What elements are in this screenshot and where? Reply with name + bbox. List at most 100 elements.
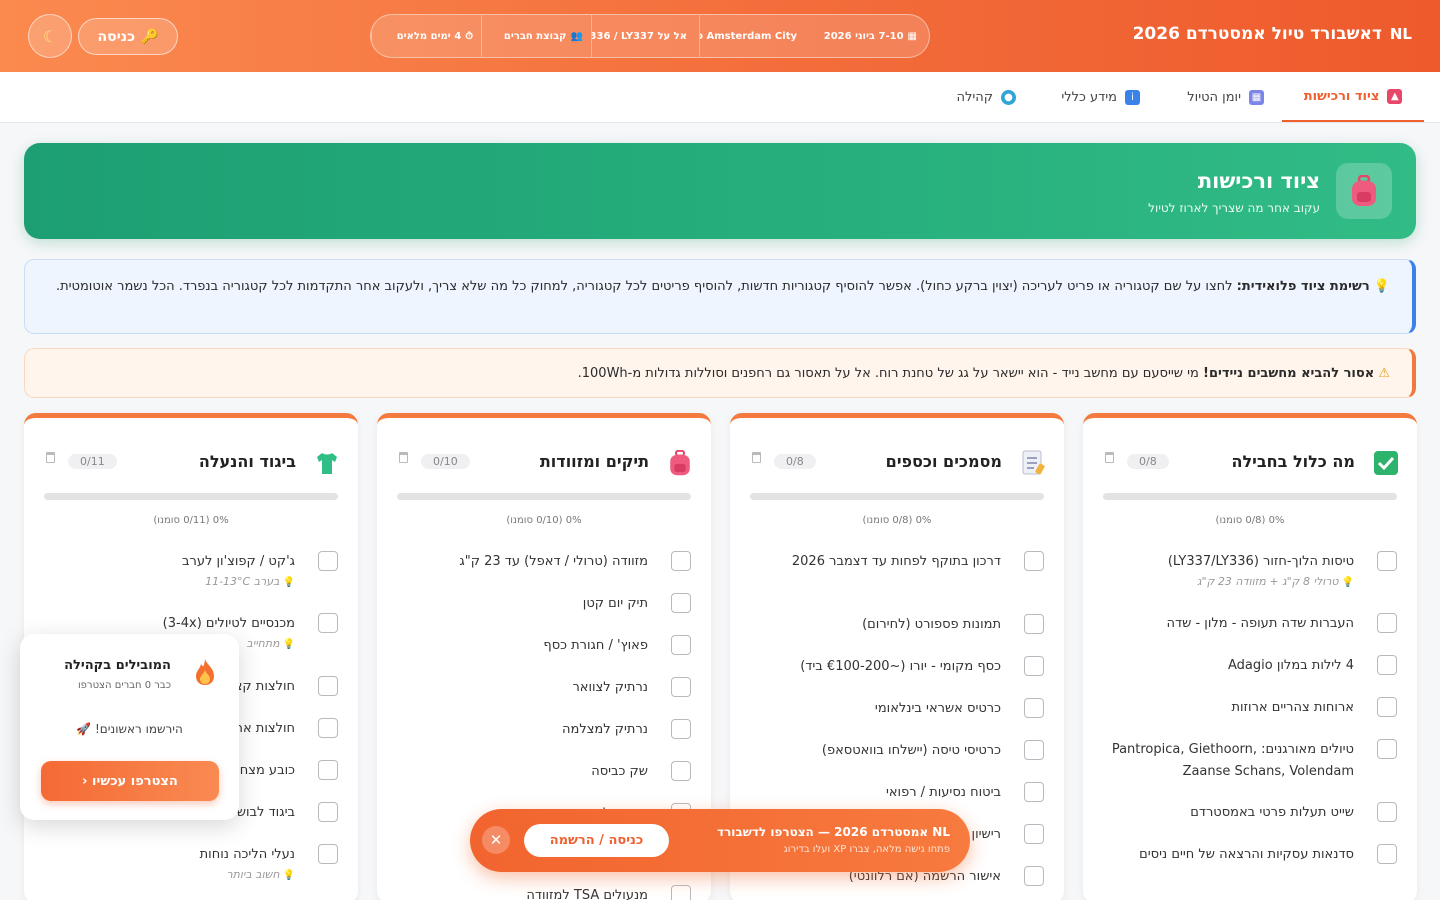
tab-community[interactable]: ● קהילה xyxy=(956,72,1016,122)
item-checkbox[interactable] xyxy=(671,761,691,781)
item-label[interactable]: תמונות פספורט (לחירום) xyxy=(744,614,1001,636)
item-checkbox[interactable] xyxy=(1024,782,1044,802)
item-checkbox[interactable] xyxy=(671,885,691,900)
item-text: דרכון בתוקף לפחות עד דצמבר 2026 xyxy=(791,554,1001,569)
item-label[interactable]: סדנאות עסקיות והרצאה של חיים ניסים xyxy=(1097,844,1354,866)
item-label[interactable]: מזוודה (טרולי / דאפל) עד 23 ק"ג xyxy=(391,551,648,573)
item-label[interactable]: שק כביסה xyxy=(391,761,648,783)
item-text: שק כביסה xyxy=(591,764,648,779)
app-title: דאשבורד טיול אמסטרדם 2026 xyxy=(1132,24,1382,44)
tab-label: מידע כללי xyxy=(1061,89,1117,105)
item-label[interactable]: טיולים מאורגנים: Pantropica, Giethoorn, … xyxy=(1097,739,1354,783)
calendar-icon: ▦ xyxy=(1249,89,1264,105)
item-note: טרולי 8 ק"ג + מזוודה 23 ק"ג xyxy=(1097,573,1354,592)
category-title[interactable]: תיקים ומזוודות xyxy=(540,452,649,471)
login-button[interactable]: 🔑 כניסה xyxy=(78,18,178,55)
app-brand[interactable]: NL דאשבורד טיול אמסטרדם 2026 xyxy=(1133,24,1412,44)
tab-trip-journal[interactable]: ▦ יומן הטיול xyxy=(1187,72,1264,122)
item-checkbox[interactable] xyxy=(1377,739,1397,759)
item-checkbox[interactable] xyxy=(318,551,338,571)
trip-segment-calendar: ▦ 7-10 ביוני 2026 xyxy=(809,15,925,57)
item-label[interactable]: כרטיס אשראי בינלאומי xyxy=(744,698,1001,720)
item-label[interactable]: העברות שדה תעופה - מלון - שדה xyxy=(1097,613,1354,635)
item-checkbox[interactable] xyxy=(1377,802,1397,822)
key-icon: 🔑 xyxy=(141,28,159,45)
list-item: טיולים מאורגנים: Pantropica, Giethoorn, … xyxy=(1083,739,1417,783)
item-label[interactable]: נרתיק לצוואר xyxy=(391,677,648,699)
list-item: ביטוח נסיעות / רפואי xyxy=(730,782,1064,804)
item-checkbox[interactable] xyxy=(1024,824,1044,844)
calendar-icon: ▦ xyxy=(907,30,917,42)
item-label[interactable]: ביטוח נסיעות / רפואי xyxy=(744,782,1001,804)
backpack-icon: ▲ xyxy=(1387,88,1403,104)
progress-text: 0% (0/8 סומנו) xyxy=(862,515,932,526)
item-checkbox[interactable] xyxy=(671,551,691,571)
item-checkbox[interactable] xyxy=(1024,551,1044,571)
tab-equipment[interactable]: ▲ ציוד ורכישות xyxy=(1282,72,1424,122)
trash-icon[interactable] xyxy=(46,452,55,463)
tab-general-info[interactable]: i מידע כללי xyxy=(1061,72,1140,122)
category-title[interactable]: ביגוד והנעלה xyxy=(199,452,296,471)
trash-icon[interactable] xyxy=(399,452,408,463)
trash-icon[interactable] xyxy=(1105,452,1114,463)
item-label[interactable]: כרטיסי טיסה (יישלחו בוואטסאפ) xyxy=(744,740,1001,762)
item-checkbox[interactable] xyxy=(318,844,338,864)
item-checkbox[interactable] xyxy=(1377,551,1397,571)
item-text: ג'קט / קפוצ'ון לערב xyxy=(182,554,295,569)
item-label[interactable]: ג'קט / קפוצ'ון לערב בערב 11-13°C xyxy=(38,551,295,592)
item-checkbox[interactable] xyxy=(318,676,338,696)
item-label[interactable]: תיק יום קטן xyxy=(391,593,648,615)
item-label[interactable]: מנעולים TSA למזוודה xyxy=(391,885,648,900)
timer-icon: ⏱ xyxy=(465,30,473,42)
join-now-button[interactable]: הצטרפו עכשיו ‹ xyxy=(41,761,219,801)
trash-icon[interactable] xyxy=(752,452,761,463)
category-title[interactable]: מסמכים וכספים xyxy=(886,452,1002,471)
item-checkbox[interactable] xyxy=(1024,698,1044,718)
item-text: 4 לילות במלון Adagio xyxy=(1228,658,1354,673)
item-label[interactable]: ארוחות צהריים ארוזות xyxy=(1097,697,1354,719)
item-label[interactable]: טיסות הלוך-חזור (LY337/LY336) טרולי 8 ק"ג… xyxy=(1097,551,1354,592)
item-checkbox[interactable] xyxy=(671,677,691,697)
document-icon xyxy=(1020,450,1046,476)
flag-badge: NL xyxy=(1389,25,1412,43)
leaderboard-empty-text: הירשמו ראשונים! 🚀 xyxy=(76,722,183,736)
theme-toggle-button[interactable]: ☾ xyxy=(28,14,72,58)
item-label[interactable]: דרכון בתוקף לפחות עד דצמבר 2026 xyxy=(744,551,1001,573)
list-item: נרתיק לצוואר xyxy=(377,677,711,699)
item-checkbox[interactable] xyxy=(1024,866,1044,886)
item-label[interactable]: שייט תעלות פרטי באמסטרדם xyxy=(1097,802,1354,824)
item-checkbox[interactable] xyxy=(1377,844,1397,864)
item-checkbox[interactable] xyxy=(318,613,338,633)
item-checkbox[interactable] xyxy=(671,719,691,739)
item-checkbox[interactable] xyxy=(318,802,338,822)
shirt-icon xyxy=(314,450,340,476)
item-checkbox[interactable] xyxy=(671,593,691,613)
item-label[interactable]: פאוץ' / חגורת כסף xyxy=(391,635,648,657)
trip-segment-text: Adagio Amsterdam City xyxy=(700,30,797,42)
trip-segment-text: קבוצת חברים xyxy=(503,30,567,42)
item-checkbox[interactable] xyxy=(1024,614,1044,634)
join-dashboard-banner: NL אמסטרדם 2026 — הצטרפו לדשבורד פתחו גי… xyxy=(470,809,970,872)
list-item: תמונות פספורט (לחירום) xyxy=(730,614,1064,636)
item-label[interactable]: כסף מקומי - יורו (~€100-200 ביד) xyxy=(744,656,1001,678)
item-label[interactable]: נרתיק למצלמה xyxy=(391,719,648,741)
close-icon[interactable]: ✕ xyxy=(482,826,510,854)
list-item: כרטיסי טיסה (יישלחו בוואטסאפ) xyxy=(730,740,1064,762)
item-label[interactable]: נעלי הליכה נוחות חשוב ביותר xyxy=(38,844,295,885)
item-label[interactable]: 4 לילות במלון Adagio xyxy=(1097,655,1354,677)
item-checkbox[interactable] xyxy=(1024,740,1044,760)
item-text: פאוץ' / חגורת כסף xyxy=(543,638,648,653)
community-leaderboard-popup: המובילים בקהילה כבר 0 חברים הצטרפו הירשמ… xyxy=(20,634,239,820)
leaderboard-subtitle: כבר 0 חברים הצטרפו xyxy=(77,680,171,691)
item-checkbox[interactable] xyxy=(1024,656,1044,676)
lightbulb-icon: 💡 xyxy=(1373,279,1390,294)
item-checkbox[interactable] xyxy=(318,718,338,738)
item-checkbox[interactable] xyxy=(1377,655,1397,675)
login-register-button[interactable]: כניסה / הרשמה xyxy=(524,824,669,857)
item-checkbox[interactable] xyxy=(671,635,691,655)
item-checkbox[interactable] xyxy=(1377,613,1397,633)
info-icon: i xyxy=(1125,89,1140,105)
item-checkbox[interactable] xyxy=(318,760,338,780)
category-title[interactable]: מה כלול בחבילה xyxy=(1231,452,1355,471)
item-checkbox[interactable] xyxy=(1377,697,1397,717)
